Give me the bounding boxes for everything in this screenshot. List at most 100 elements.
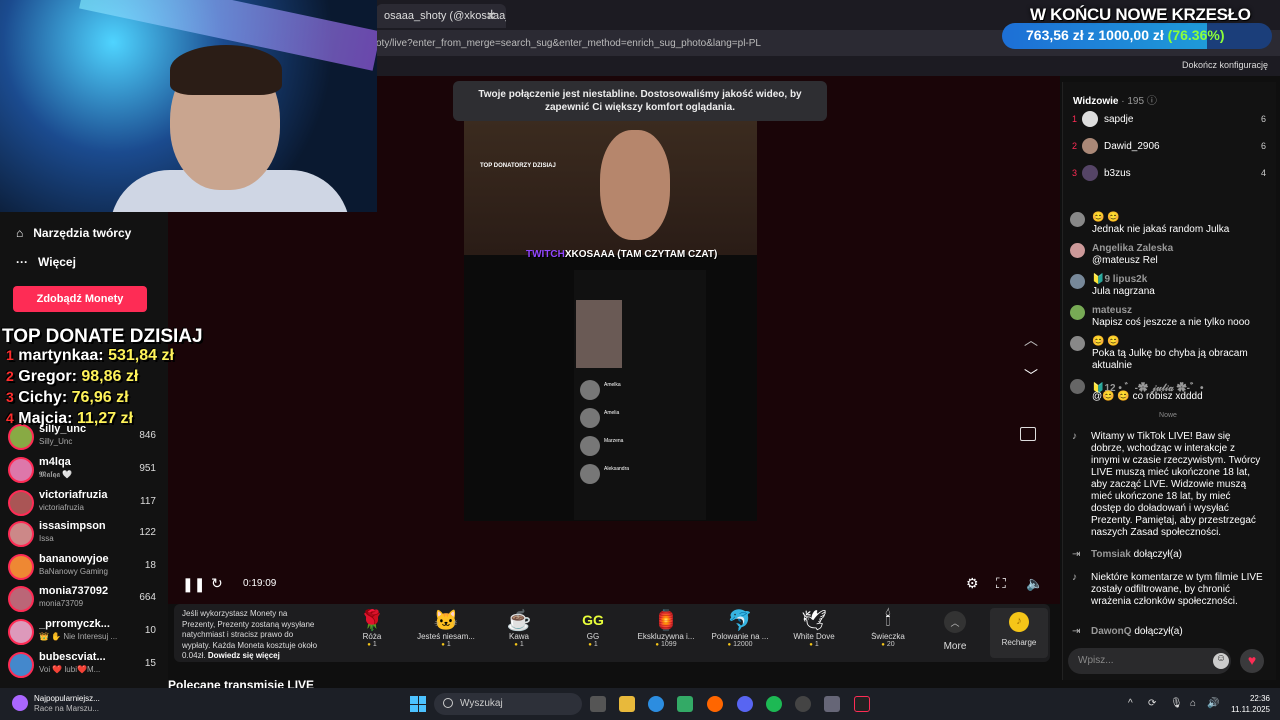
task-view-icon[interactable] — [590, 696, 606, 712]
dots-icon: ··· — [16, 255, 28, 269]
following-item[interactable]: bubescviat... Voi ❤️ lubi❤️M... 15 — [8, 650, 164, 680]
finish-setup-bookmark[interactable]: Dokończ konfigurację — [1182, 60, 1268, 70]
chat-comment[interactable]: 😊 😊 Jednak nie jakaś random Julka — [1070, 212, 1266, 238]
following-item[interactable]: bananowyjoe BaNanowy Gaming 18 — [8, 552, 164, 582]
refresh-icon[interactable]: ↻ — [211, 575, 223, 592]
recharge-button[interactable]: ♪ Recharge — [990, 608, 1048, 658]
top-donate-title: TOP DONATE DZISIAJ — [2, 326, 203, 347]
viewers-header[interactable]: Widzowie · 195 ⓘ — [1073, 92, 1157, 107]
goal-current: 763,56 zł — [1026, 27, 1084, 43]
chat-comment[interactable]: Angelika Zaleska @mateusz Rel — [1070, 243, 1266, 269]
get-coins-button[interactable]: Zdobądź Monety — [13, 286, 147, 312]
goal-target: 1000,00 zł — [1098, 27, 1164, 43]
url-text[interactable]: oty/live?enter_from_merge=search_sug&ent… — [376, 38, 761, 49]
donor-row: 2 Gregor: 98,86 zł — [6, 368, 139, 385]
heart-icon[interactable]: ♥ — [1240, 649, 1264, 673]
chat-comment[interactable]: mateusz Napisz coś jeszcze a nie tylko no… — [1070, 305, 1266, 331]
store-icon[interactable] — [677, 696, 693, 712]
top-viewer-row[interactable]: 3 b3zus 4 — [1070, 165, 1266, 185]
gift-item[interactable]: 🐬Polowanie na ...12000 — [705, 608, 775, 648]
taskbar-search[interactable]: Wyszukaj — [434, 693, 582, 715]
tiktok-icon[interactable] — [854, 696, 870, 712]
gift-item[interactable]: 🕯Świeczka20 — [853, 608, 923, 648]
tiktok-icon: ♪ — [1072, 431, 1077, 442]
goal-sep: z — [1087, 27, 1095, 43]
goal-percent: (76.36%) — [1167, 27, 1225, 43]
donor-row: 4 Majcia: 11,27 zł — [6, 410, 133, 427]
fullscreen-icon[interactable]: ⛶ — [996, 575, 1006, 592]
emoji-icon[interactable]: ☺ — [1213, 653, 1229, 669]
chat-input[interactable]: Wpisz... — [1068, 648, 1231, 674]
gift-item[interactable]: GGGG1 — [558, 608, 628, 648]
firefox-icon[interactable] — [707, 696, 723, 712]
coffee-gift-icon: ☕ — [506, 610, 532, 632]
obs-icon[interactable] — [795, 696, 811, 712]
new-tab-icon[interactable]: + — [487, 6, 496, 24]
streamer-hair — [170, 45, 282, 95]
cat-gift-icon: 🐱 — [433, 610, 459, 632]
sidebar-item-creator-tools[interactable]: ⌂ Narzędzia twórcy — [16, 226, 131, 240]
coin-icon: ♪ — [1009, 612, 1029, 632]
pause-icon[interactable]: ❚❚ — [182, 576, 205, 593]
following-item[interactable]: victoriafruzia victoriafruzia 117 — [8, 488, 164, 518]
volume-icon[interactable]: 🔈 — [1026, 575, 1043, 592]
message-item: Amelia — [580, 408, 700, 432]
chevron-down-icon[interactable]: ﹀ — [1024, 366, 1038, 386]
settings-icon[interactable]: ⚙ — [966, 575, 979, 592]
discord-icon[interactable] — [737, 696, 753, 712]
following-item[interactable]: monia737092 monia73709 664 — [8, 584, 164, 614]
gift-item[interactable]: ☕Kawa1 — [484, 608, 554, 648]
gift-item[interactable]: 🌹Róża1 — [337, 608, 407, 648]
chat-comment[interactable]: 😊 😊 Poka tą Julkę bo chyba ją obracam akt… — [1070, 336, 1266, 374]
edge-icon[interactable] — [648, 696, 664, 712]
spotify-icon[interactable] — [766, 696, 782, 712]
gift-item[interactable]: 🕊White Dove1 — [779, 608, 849, 648]
learn-more-link[interactable]: Dowiedz się więcej — [208, 651, 280, 660]
system-clock[interactable]: 22:36 11.11.2025 — [1226, 693, 1270, 715]
stream-name-label: TWITCHXKOSAAA (TAM CZYTAM CZAT) — [526, 249, 718, 260]
top-viewer-row[interactable]: 1 sapdje 6 — [1070, 111, 1266, 131]
chevron-up-icon[interactable]: ︿ — [1024, 330, 1038, 350]
lantern-gift-icon: 🏮 — [653, 610, 679, 632]
new-messages-divider: Nowe — [1159, 412, 1177, 419]
following-item[interactable]: issasimpson Issa 122 — [8, 519, 164, 549]
profile-photo — [576, 300, 622, 368]
picture-in-picture-icon[interactable] — [1020, 427, 1036, 441]
sync-icon[interactable]: ⟳ — [1148, 698, 1156, 709]
sidebar-item-more[interactable]: ··· Więcej — [16, 255, 76, 269]
join-icon: ⇥ — [1072, 626, 1081, 637]
top-viewer-row[interactable]: 2 Dawid_2906 6 — [1070, 138, 1266, 158]
streamer-face — [600, 130, 670, 240]
volume-icon[interactable]: 🔊 — [1207, 698, 1219, 709]
taskbar — [0, 688, 1280, 720]
chat-comment[interactable]: 🔰9 lipus2k Jula nagrzana — [1070, 274, 1266, 300]
dolphin-gift-icon: 🐬 — [727, 610, 753, 632]
settings-icon[interactable] — [824, 696, 840, 712]
donor-row: 1 martynkaa: 531,84 zł — [6, 347, 174, 364]
following-item[interactable]: _prromyczk... 👑 ✋ Nie Interesuj ... 10 — [8, 617, 164, 647]
info-icon: ⓘ — [1146, 96, 1157, 107]
home-icon: ⌂ — [16, 226, 24, 240]
goal-title: W KOŃCU NOWE KRZESŁO — [1030, 5, 1251, 24]
candle-gift-icon: 🕯 — [885, 608, 891, 630]
network-icon[interactable]: ⌂ — [1190, 698, 1196, 709]
chat-comment[interactable]: 🔰12 • ゛-✿ 𝒿𝓊𝓁𝒾𝒶 ✿-゛• @😊 😊 co robisz xdddd — [1070, 379, 1266, 405]
tiktok-icon: ♪ — [1072, 572, 1077, 583]
news-icon[interactable] — [12, 695, 28, 711]
stream-top-donors-title: TOP DONATORZY DZISIAJ — [480, 163, 556, 169]
windows-start-icon[interactable] — [410, 696, 426, 712]
gift-item[interactable]: 🐱Jesteś niesam...1 — [411, 608, 481, 648]
search-icon — [443, 698, 453, 708]
gift-item[interactable]: 🏮Ekskluzywna i...1099 — [631, 608, 701, 648]
stream-time: 0:19:09 — [243, 578, 277, 589]
chevron-up-icon: ︿ — [944, 611, 966, 633]
tray-chevron-icon[interactable]: ^ — [1128, 698, 1133, 709]
file-explorer-icon[interactable] — [619, 696, 635, 712]
mic-icon[interactable]: 🎙 — [1170, 698, 1183, 709]
following-item[interactable]: m4lqa 𝕸𝖆𝖑𝖖𝖆 🤍 951 — [8, 455, 164, 485]
more-gifts-button[interactable]: ︿ More — [940, 611, 970, 652]
connection-warning-banner: Twoje połączenie jest niestabline. Dosto… — [453, 81, 827, 121]
goal-progress-text: 763,56 zł z 1000,00 zł (76.36%) — [1026, 27, 1224, 43]
news-widget[interactable]: Najpopularniejsz... Race na Marszu... — [34, 694, 100, 714]
join-icon: ⇥ — [1072, 549, 1081, 560]
